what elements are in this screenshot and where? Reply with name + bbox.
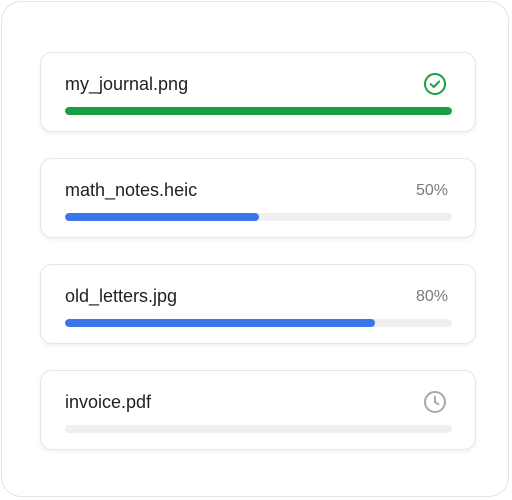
file-name: math_notes.heic (65, 180, 198, 200)
upload-item: old_letters.jpg 80% (40, 264, 476, 344)
progress-percent: 50% (415, 182, 448, 199)
progress-track (65, 425, 452, 433)
progress-track (65, 107, 452, 115)
check-circle-icon (423, 72, 447, 96)
clock-icon (423, 390, 447, 414)
progress-track (65, 319, 452, 327)
progress-track (65, 213, 452, 221)
progress-percent: 80% (415, 288, 448, 305)
upload-item: my_journal.png (40, 52, 476, 132)
file-name: old_letters.jpg (65, 286, 178, 306)
progress-fill (65, 107, 452, 115)
progress-fill (65, 319, 375, 327)
progress-fill (65, 213, 259, 221)
upload-item: invoice.pdf (40, 370, 476, 450)
file-name: invoice.pdf (65, 392, 152, 412)
file-name: my_journal.png (65, 74, 189, 94)
upload-panel: my_journal.png math_notes.heic 50% old_l… (1, 1, 509, 497)
upload-item: math_notes.heic 50% (40, 158, 476, 238)
